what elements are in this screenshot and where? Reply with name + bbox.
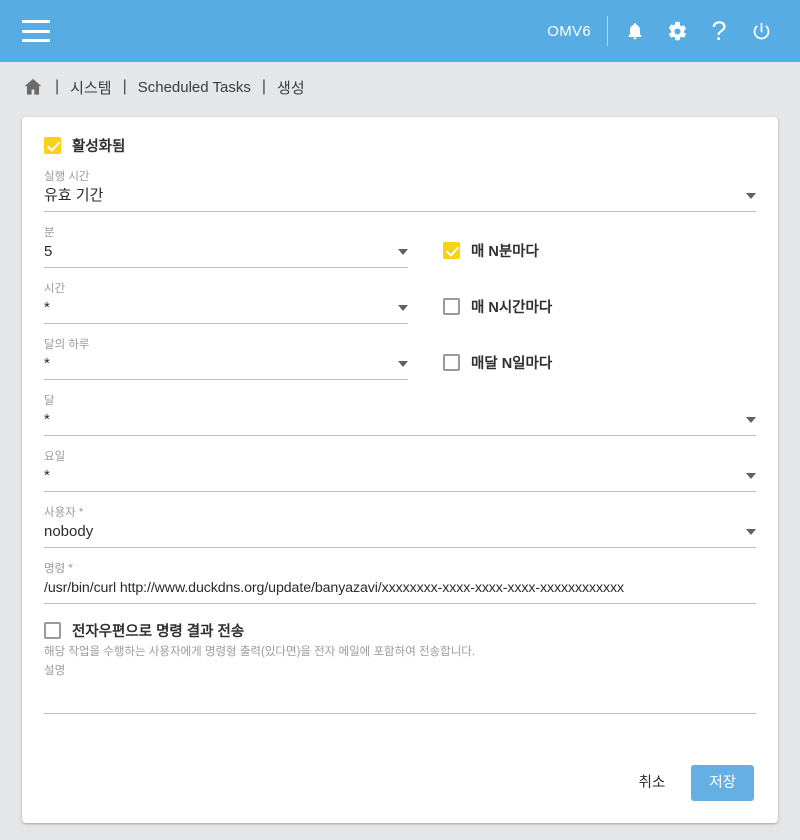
command-label: 명령 * [44,563,73,575]
every-n-hours-label: 매 N시간마다 [471,300,553,316]
minute-toggle-row[interactable]: 매 N분마다 [408,212,539,261]
hamburger-bar [22,29,50,33]
minute-row: 분 5 매 N분마다 [44,212,756,268]
day-of-month-value: * [44,355,50,372]
description-field[interactable]: 설명 [44,664,756,714]
send-email-hint: 해당 작업을 수행하는 사용자에게 명령형 출력(있다면)을 전자 메일에 포함… [44,646,476,658]
user-label: 사용자 * [44,507,84,519]
enabled-checkbox-row[interactable]: 활성화됨 [44,135,756,156]
every-n-days-label: 매달 N일마다 [471,356,553,372]
send-email-checkbox[interactable] [44,622,61,639]
save-button[interactable]: 저장 [691,765,754,801]
chevron-down-icon[interactable] [746,473,756,479]
command-field[interactable]: 명령 * /usr/bin/curl http://www.duckdns.or… [44,562,756,604]
chevron-down-icon[interactable] [398,249,408,255]
brand-label: OMV6 [547,22,591,40]
breadcrumb-separator: | [122,78,127,95]
every-n-days-checkbox[interactable] [443,354,460,371]
hamburger-bar [22,39,50,42]
enabled-checkbox[interactable] [44,137,61,154]
hour-label: 시간 [44,283,66,295]
breadcrumb-separator: | [261,78,267,95]
day-of-week-label: 요일 [44,451,66,463]
day-of-week-field[interactable]: 요일 * [44,450,756,492]
chevron-down-icon[interactable] [746,417,756,423]
user-value: nobody [44,523,94,540]
send-email-checkbox-row[interactable]: 전자우편으로 명령 결과 전송 [44,620,756,641]
execution-time-value: 유효 기간 [44,187,104,204]
description-label: 설명 [44,665,66,677]
question-mark-icon: ? [711,15,727,46]
app-bar-divider [607,16,608,46]
form-card: 활성화됨 실행 시간 유효 기간 분 5 매 N분마다 시간 * 매 N시간마다… [22,117,778,823]
chevron-down-icon[interactable] [398,305,408,311]
hour-toggle-row[interactable]: 매 N시간마다 [408,268,552,317]
month-label: 달 [44,395,55,407]
cancel-button[interactable]: 취소 [621,765,684,801]
hamburger-bar [22,20,50,23]
command-input[interactable]: /usr/bin/curl http://www.duckdns.org/upd… [44,578,756,598]
hour-value: * [44,299,50,316]
breadcrumb-item-create[interactable]: 생성 [277,77,305,98]
settings-button[interactable] [656,10,698,52]
hour-field[interactable]: 시간 * [44,282,408,324]
day-of-month-toggle-row[interactable]: 매달 N일마다 [408,324,552,373]
notifications-button[interactable] [614,10,656,52]
execution-time-field[interactable]: 실행 시간 유효 기간 [44,170,756,212]
minute-label: 분 [44,227,55,239]
breadcrumb-item-scheduled-tasks[interactable]: Scheduled Tasks [138,79,251,96]
minute-value: 5 [44,243,53,260]
power-icon [751,21,772,42]
help-button[interactable]: ? [698,10,740,52]
minute-field[interactable]: 분 5 [44,226,408,268]
breadcrumb-separator: | [55,78,60,95]
day-of-month-row: 달의 하루 * 매달 N일마다 [44,324,756,380]
hamburger-menu-icon[interactable] [22,20,50,42]
every-n-minutes-checkbox[interactable] [443,242,460,259]
every-n-minutes-label: 매 N분마다 [471,244,539,260]
form-body: 활성화됨 실행 시간 유효 기간 분 5 매 N분마다 시간 * 매 N시간마다… [22,117,778,765]
day-of-week-value: * [44,467,50,484]
chevron-down-icon[interactable] [746,193,756,199]
execution-time-label: 실행 시간 [44,171,90,183]
month-field[interactable]: 달 * [44,394,756,436]
chevron-down-icon[interactable] [746,529,756,535]
month-value: * [44,411,50,428]
form-actions: 취소 저장 [22,765,778,823]
gear-icon [667,21,688,42]
send-email-label: 전자우편으로 명령 결과 전송 [72,624,245,640]
chevron-down-icon[interactable] [398,361,408,367]
day-of-month-field[interactable]: 달의 하루 * [44,338,408,380]
home-icon[interactable] [22,76,44,98]
user-field[interactable]: 사용자 * nobody [44,506,756,548]
enabled-label: 활성화됨 [72,139,126,155]
day-of-month-label: 달의 하루 [44,339,90,351]
bell-icon [625,20,645,42]
hour-row: 시간 * 매 N시간마다 [44,268,756,324]
every-n-hours-checkbox[interactable] [443,298,460,315]
power-button[interactable] [740,10,782,52]
breadcrumb-item-system[interactable]: 시스템 [70,77,111,98]
app-bar: OMV6 ? [0,0,800,62]
app-bar-actions: OMV6 ? [547,10,782,52]
breadcrumb: | 시스템 | Scheduled Tasks | 생성 [0,62,800,112]
